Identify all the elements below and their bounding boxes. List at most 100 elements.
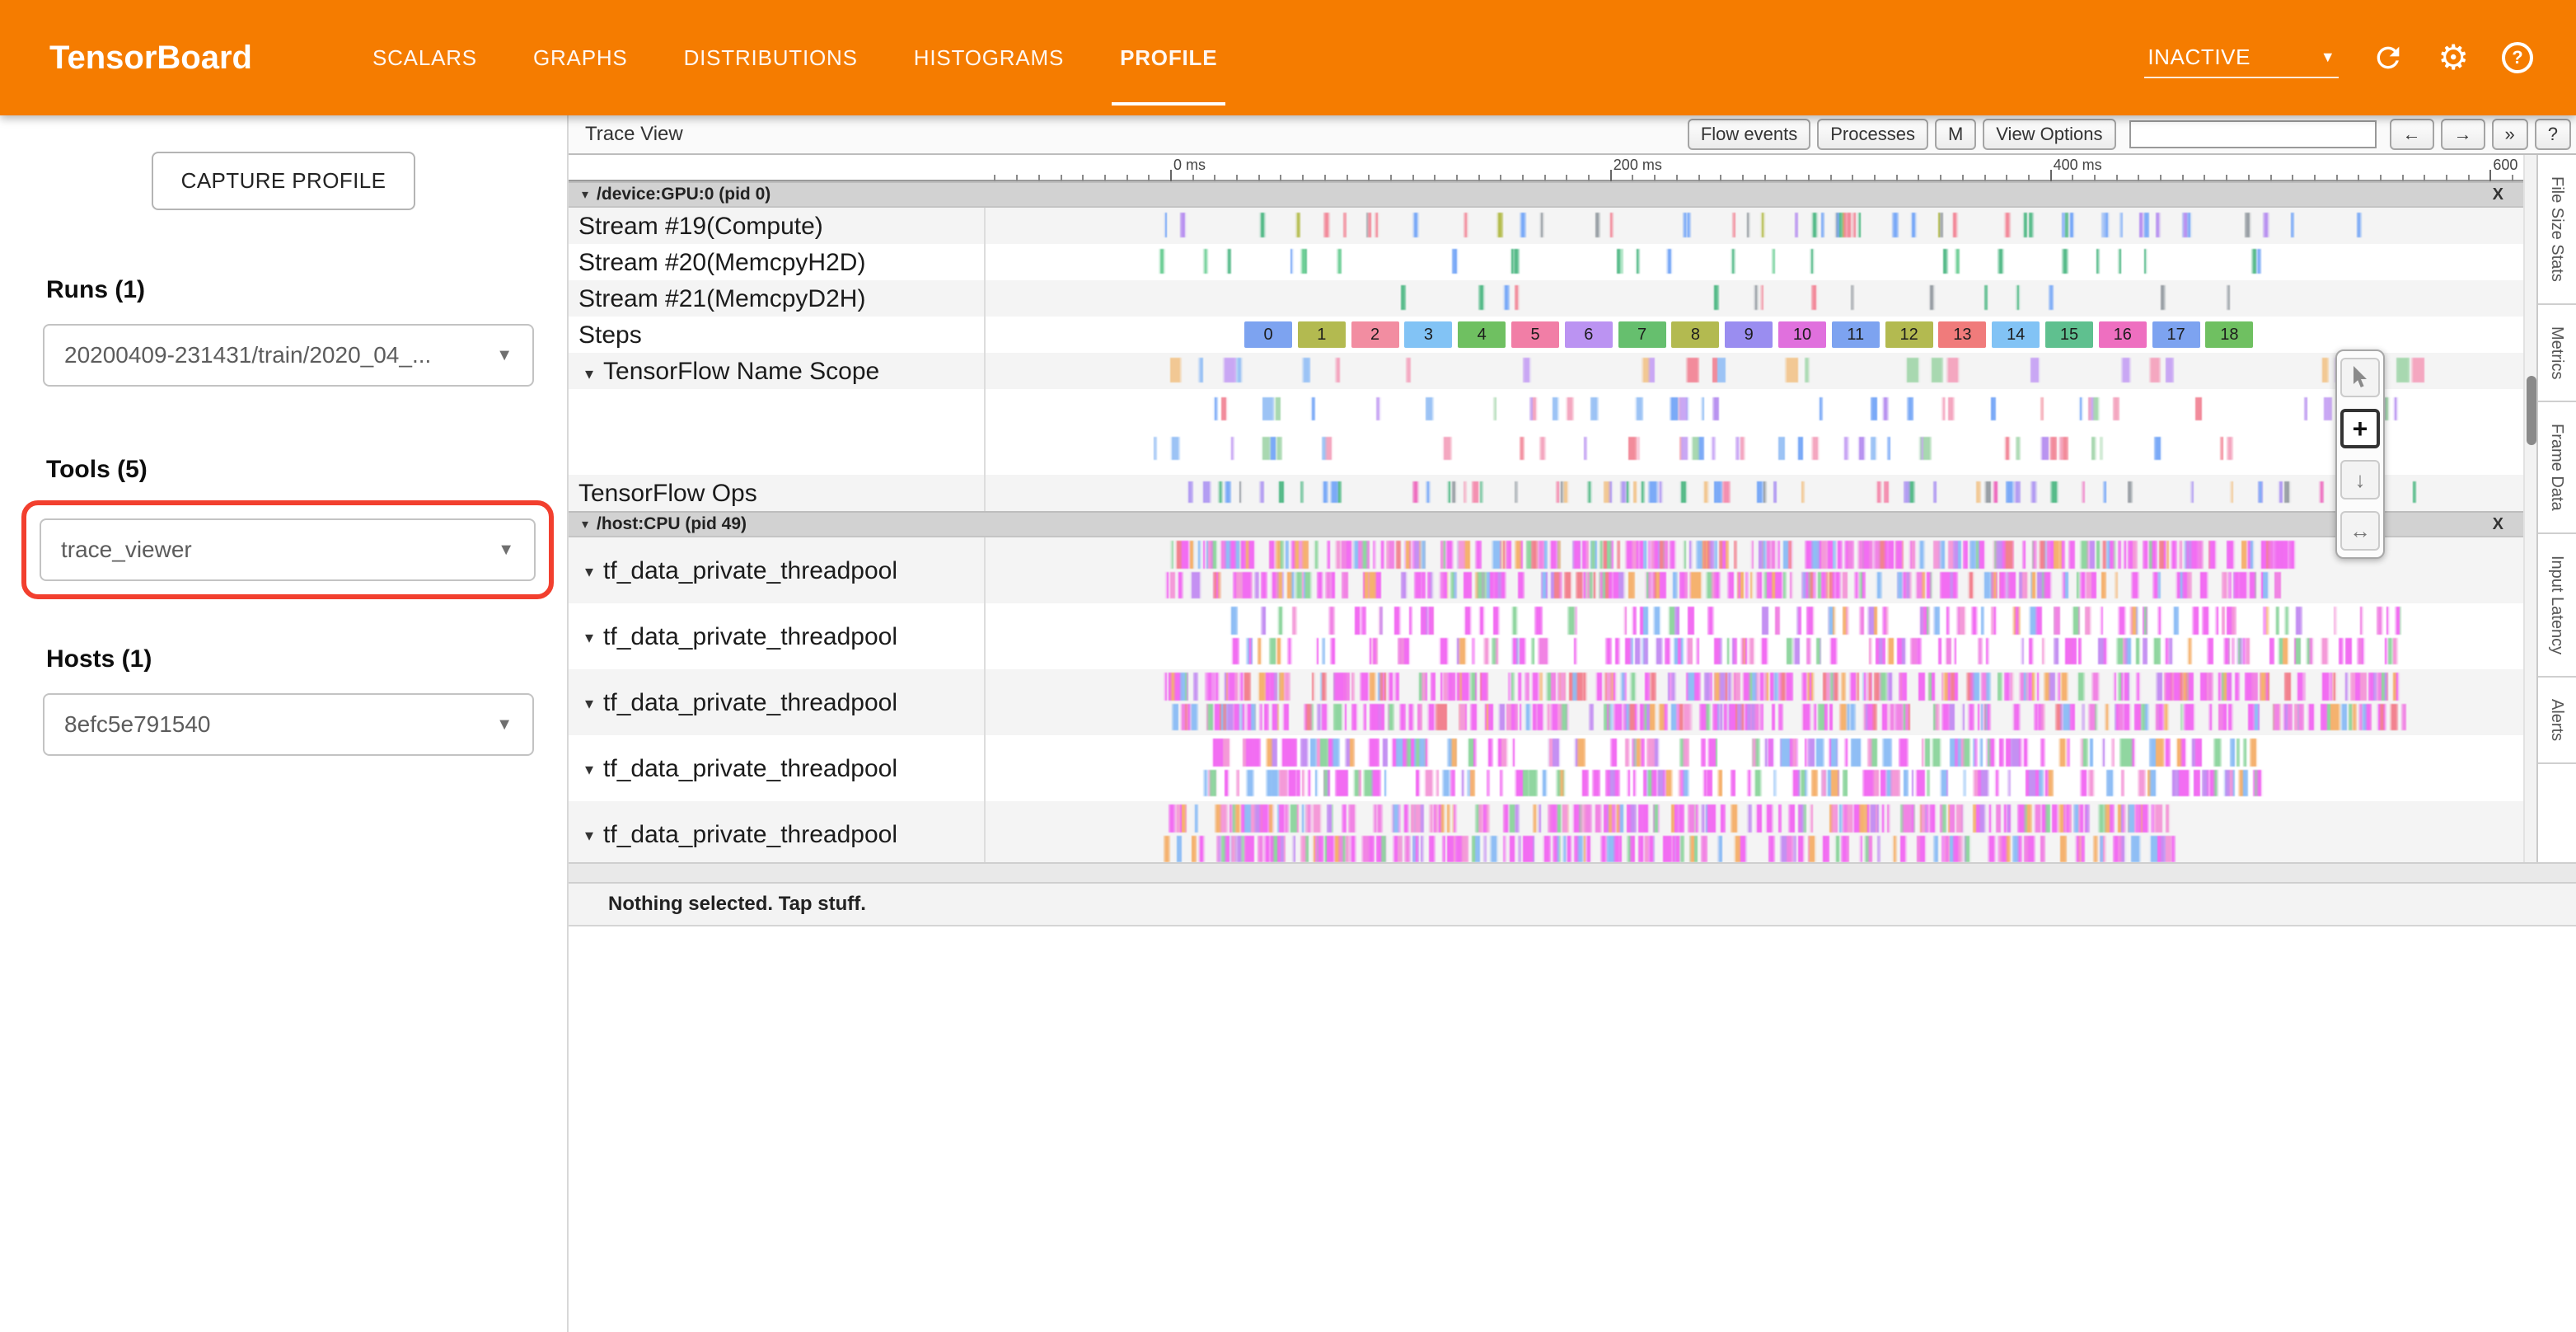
caret-down-icon[interactable]: ▾ — [585, 627, 593, 648]
cpu-close-button[interactable]: X — [2493, 515, 2503, 534]
step-block-2[interactable]: 2 — [1351, 321, 1399, 348]
refresh-icon[interactable] — [2372, 41, 2405, 74]
tab-scalars[interactable]: SCALARS — [344, 0, 505, 115]
more-button[interactable]: » — [2492, 119, 2528, 150]
caret-down-icon[interactable]: ▾ — [585, 825, 593, 846]
trace-canvas-threadpool-5[interactable] — [986, 801, 2523, 862]
timeline-ruler: 0 ms200 ms400 ms600 — [569, 155, 2523, 181]
tab-graphs[interactable]: GRAPHS — [505, 0, 656, 115]
gpu-close-button[interactable]: X — [2493, 185, 2503, 204]
tab-distributions[interactable]: DISTRIBUTIONS — [656, 0, 886, 115]
panel-splitter[interactable] — [569, 862, 2576, 884]
step-block-16[interactable]: 16 — [2099, 321, 2147, 348]
hosts-dropdown[interactable]: 8efc5e791540 ▼ — [43, 693, 534, 756]
step-block-13[interactable]: 13 — [1938, 321, 1986, 348]
step-block-5[interactable]: 5 — [1511, 321, 1559, 348]
capture-profile-button[interactable]: CAPTURE PROFILE — [152, 152, 416, 210]
app-title: TensorBoard — [49, 40, 252, 77]
step-block-6[interactable]: 6 — [1565, 321, 1613, 348]
help-icon[interactable]: ? — [2502, 42, 2533, 73]
caret-down-icon[interactable]: ▾ — [585, 365, 593, 383]
ruler-tick — [1566, 175, 1567, 181]
pan-tool-icon[interactable]: ↓ — [2340, 460, 2380, 500]
step-block-14[interactable]: 14 — [1992, 321, 2040, 348]
ruler-tick — [1830, 175, 1832, 181]
step-block-3[interactable]: 3 — [1404, 321, 1452, 348]
tab-file-size-stats[interactable]: File Size Stats — [2538, 155, 2576, 305]
step-block-11[interactable]: 11 — [1832, 321, 1880, 348]
row-track[interactable] — [986, 280, 2523, 317]
step-block-10[interactable]: 10 — [1778, 321, 1826, 348]
flow-events-button[interactable]: Flow events — [1688, 119, 1810, 150]
main-nav: SCALARS GRAPHS DISTRIBUTIONS HISTOGRAMS … — [344, 0, 1245, 115]
trace-help-button[interactable]: ? — [2535, 119, 2571, 150]
trace-canvas-threadpool-3[interactable] — [986, 669, 2523, 735]
detail-panel-header: Nothing selected. Tap stuff. — [569, 884, 2576, 926]
trace-canvas-threadpool-1[interactable] — [986, 537, 2523, 603]
timing-tool-icon[interactable]: ↔ — [2340, 511, 2380, 551]
row-label-stream19: Stream #19(Compute) — [569, 208, 986, 244]
row-track[interactable] — [986, 801, 2523, 862]
caret-down-icon[interactable]: ▾ — [585, 561, 593, 582]
row-track[interactable] — [986, 537, 2523, 603]
view-options-button[interactable]: View Options — [1983, 119, 2115, 150]
tab-alerts[interactable]: Alerts — [2538, 678, 2576, 764]
gpu-section-header[interactable]: ▾ /device:GPU:0 (pid 0) X — [569, 181, 2523, 208]
tab-frame-data[interactable]: Frame Data — [2538, 402, 2576, 534]
row-track[interactable] — [986, 389, 2523, 475]
runs-label: Runs (1) — [46, 276, 567, 304]
ruler-tick — [1896, 175, 1898, 181]
caret-down-icon[interactable]: ▾ — [585, 693, 593, 714]
processes-button[interactable]: Processes — [1817, 119, 1928, 150]
cpu-section-header[interactable]: ▾ /host:CPU (pid 49) X — [569, 511, 2523, 537]
caret-down-icon[interactable]: ▾ — [585, 759, 593, 780]
step-block-7[interactable]: 7 — [1618, 321, 1666, 348]
steps-track[interactable]: 0123456789101112131415161718 — [986, 317, 2523, 353]
metadata-button[interactable]: M — [1935, 119, 1976, 150]
nav-forward-button[interactable]: → — [2441, 119, 2485, 150]
step-block-8[interactable]: 8 — [1671, 321, 1719, 348]
gear-icon[interactable]: ⚙ — [2438, 40, 2469, 75]
trace-canvas-stream20[interactable] — [986, 244, 2523, 280]
vertical-scrollbar[interactable] — [2523, 155, 2536, 862]
row-track[interactable] — [986, 603, 2523, 669]
tab-metrics[interactable]: Metrics — [2538, 305, 2576, 402]
step-block-15[interactable]: 15 — [2045, 321, 2093, 348]
step-block-4[interactable]: 4 — [1458, 321, 1506, 348]
zoom-tool-icon[interactable]: + — [2340, 409, 2380, 448]
row-track[interactable] — [986, 735, 2523, 801]
trace-canvas-stream21[interactable] — [986, 280, 2523, 317]
step-block-12[interactable]: 12 — [1885, 321, 1933, 348]
trace-canvas-namescope-depth[interactable] — [986, 389, 2523, 475]
status-dropdown[interactable]: INACTIVE ▼ — [2144, 38, 2339, 78]
tools-dropdown[interactable]: trace_viewer ▼ — [40, 518, 536, 581]
selection-tool-icon[interactable] — [2340, 358, 2380, 397]
row-track[interactable] — [986, 669, 2523, 735]
ruler-tick — [1412, 175, 1414, 181]
row-track[interactable] — [986, 353, 2523, 389]
trace-canvas-namescope[interactable] — [986, 353, 2523, 389]
step-block-17[interactable]: 17 — [2152, 321, 2200, 348]
runs-dropdown[interactable]: 20200409-231431/train/2020_04_... ▼ — [43, 324, 534, 387]
step-block-1[interactable]: 1 — [1298, 321, 1346, 348]
trace-canvas-threadpool-4[interactable] — [986, 735, 2523, 801]
tab-profile[interactable]: PROFILE — [1092, 0, 1245, 115]
ruler-tick — [1588, 175, 1590, 181]
row-track[interactable] — [986, 475, 2523, 511]
step-block-9[interactable]: 9 — [1725, 321, 1773, 348]
row-track[interactable] — [986, 208, 2523, 244]
trace-search-input[interactable] — [2129, 120, 2377, 148]
trace-canvas-tf-ops[interactable] — [986, 475, 2523, 511]
row-track[interactable] — [986, 244, 2523, 280]
ruler-tick — [2489, 170, 2491, 181]
nav-back-button[interactable]: ← — [2390, 119, 2434, 150]
sidebar: CAPTURE PROFILE Runs (1) 20200409-231431… — [0, 115, 569, 1332]
trace-canvas-stream19[interactable] — [986, 208, 2523, 244]
tab-histograms[interactable]: HISTOGRAMS — [886, 0, 1092, 115]
tab-input-latency[interactable]: Input Latency — [2538, 534, 2576, 678]
step-block-18[interactable]: 18 — [2205, 321, 2253, 348]
trace-row-threadpool-1: ▾tf_data_private_threadpool — [569, 537, 2523, 603]
scrollbar-thumb[interactable] — [2527, 376, 2536, 445]
trace-canvas-threadpool-2[interactable] — [986, 603, 2523, 669]
step-block-0[interactable]: 0 — [1244, 321, 1292, 348]
